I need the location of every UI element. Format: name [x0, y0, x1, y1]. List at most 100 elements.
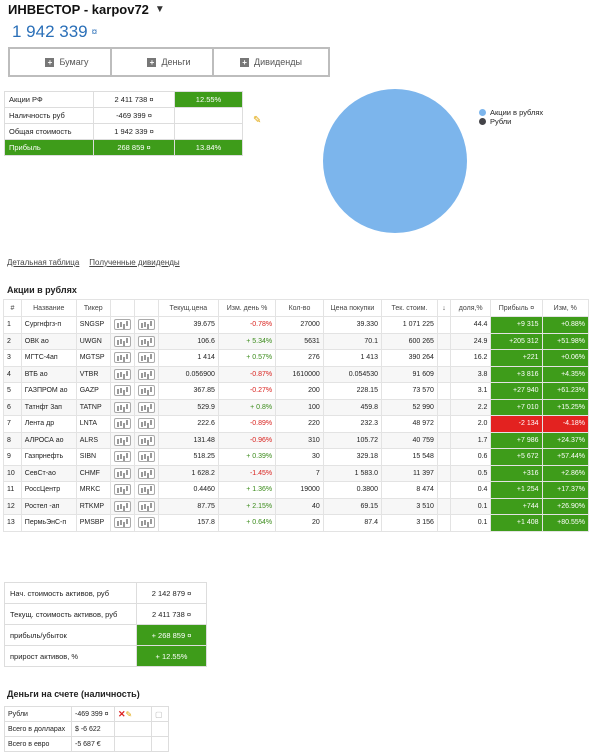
table-row[interactable]: 11 РоссЦентр MRKC 0.4460 + 1.36% 19000 0.3800 8… — [3, 481, 590, 499]
chart-cell[interactable] — [133, 382, 159, 400]
chevron-down-icon[interactable]: ▼ — [155, 4, 165, 15]
bar-chart-icon[interactable] — [137, 451, 155, 463]
stock-ticker[interactable]: PMSBP — [75, 514, 111, 532]
mini-chart-icon[interactable] — [113, 418, 131, 430]
bar-chart-icon[interactable] — [137, 500, 155, 512]
stock-name[interactable]: ПермьЭнС-п — [20, 514, 77, 532]
mini-chart-icon[interactable] — [113, 352, 131, 364]
table-row[interactable]: 13 ПермьЭнС-п PMSBP 157.8 + 0.64% 20 87.4 3 156… — [3, 514, 590, 532]
chart-cell[interactable] — [133, 481, 159, 499]
add-money-button[interactable]: + Деньги — [110, 47, 228, 77]
column-header[interactable] — [109, 299, 135, 317]
stock-name[interactable]: Ростел -ап — [20, 497, 77, 515]
chart-cell[interactable] — [109, 349, 135, 367]
chart-cell[interactable] — [109, 481, 135, 499]
stock-ticker[interactable]: VTBR — [75, 365, 111, 383]
mini-chart-icon[interactable] — [113, 517, 131, 529]
chart-cell[interactable] — [109, 332, 135, 350]
bar-chart-icon[interactable] — [137, 319, 155, 331]
pencil-icon[interactable]: ✎ — [126, 710, 133, 719]
stock-ticker[interactable]: RTKMP — [75, 497, 111, 515]
stock-name[interactable]: ГАЗПРОМ ао — [20, 382, 77, 400]
chart-cell[interactable] — [133, 415, 159, 433]
app-header[interactable]: ИНВЕСТОР - karpov72 ▼ — [8, 2, 165, 17]
stock-ticker[interactable]: LNTA — [75, 415, 111, 433]
chart-cell[interactable] — [133, 514, 159, 532]
column-header[interactable]: Текущ.цена — [157, 299, 219, 317]
bar-chart-icon[interactable] — [137, 434, 155, 446]
chart-cell[interactable] — [109, 365, 135, 383]
legend-item[interactable]: Акции в рублях — [479, 108, 543, 117]
stock-name[interactable]: ВТБ ао — [20, 365, 77, 383]
chart-cell[interactable] — [133, 464, 159, 482]
stock-ticker[interactable]: MGTSP — [75, 349, 111, 367]
legend-item[interactable]: Рубли — [479, 117, 543, 126]
chart-cell[interactable] — [133, 448, 159, 466]
table-row[interactable]: 5 ГАЗПРОМ ао GAZP 367.85 -0.27% 200 228.15 73 5… — [3, 382, 590, 400]
stock-ticker[interactable]: SIBN — [75, 448, 111, 466]
stock-ticker[interactable]: SNGSP — [75, 316, 111, 334]
column-header[interactable]: Кол-во — [275, 299, 324, 317]
chart-cell[interactable] — [133, 431, 159, 449]
column-header[interactable]: Прибыль ¤ — [490, 299, 543, 317]
stock-ticker[interactable]: UWGN — [75, 332, 111, 350]
chart-cell[interactable] — [133, 332, 159, 350]
stock-name[interactable]: Татнфт 3ап — [20, 398, 77, 416]
bar-chart-icon[interactable] — [137, 385, 155, 397]
table-row[interactable]: 9 Газпрнефть SIBN 518.25 + 0.39% 30 329.18 15 5… — [3, 448, 590, 466]
bar-chart-icon[interactable] — [137, 335, 155, 347]
stock-name[interactable]: Лента др — [20, 415, 77, 433]
column-header[interactable]: Название — [20, 299, 77, 317]
stock-ticker[interactable]: ALRS — [75, 431, 111, 449]
table-row[interactable]: 6 Татнфт 3ап TATNP 529.9 + 0.8% 100 459.8 52 99… — [3, 398, 590, 416]
stock-name[interactable]: МГТС-4ап — [20, 349, 77, 367]
chart-cell[interactable] — [109, 415, 135, 433]
pencil-icon[interactable]: ✎ — [253, 115, 261, 126]
delete-icon[interactable]: ✕ — [118, 709, 126, 719]
table-row[interactable]: 2 ОВК ао UWGN 106.6 + 5.34% 5631 70.1 600 265 24… — [3, 332, 590, 350]
stock-name[interactable]: АЛРОСА ао — [20, 431, 77, 449]
mini-chart-icon[interactable] — [113, 500, 131, 512]
column-header[interactable]: доля,% — [450, 299, 492, 317]
table-row[interactable]: 1 Сургнфгз-п SNGSP 39.675 -0.78% 27000 39.330 1… — [3, 316, 590, 334]
column-header[interactable]: # — [3, 299, 22, 317]
column-header[interactable]: Изм. день % — [217, 299, 277, 317]
bar-chart-icon[interactable] — [137, 401, 155, 413]
detailed-table-link[interactable]: Детальная таблица — [7, 258, 79, 267]
table-row[interactable]: 8 АЛРОСА ао ALRS 131.48 -0.96% 310 105.72 40 75… — [3, 431, 590, 449]
received-dividends-link[interactable]: Полученные дивиденды — [89, 258, 179, 267]
column-header[interactable]: Цена покупки — [322, 299, 382, 317]
chart-cell[interactable] — [109, 431, 135, 449]
chart-cell[interactable] — [109, 382, 135, 400]
mini-chart-icon[interactable] — [113, 335, 131, 347]
stock-ticker[interactable]: MRKC — [75, 481, 111, 499]
stock-name[interactable]: Сургнфгз-п — [20, 316, 77, 334]
table-row[interactable]: 4 ВТБ ао VTBR 0.056900 -0.87% 1610000 0.054530… — [3, 365, 590, 383]
mini-chart-icon[interactable] — [113, 385, 131, 397]
chart-cell[interactable] — [133, 349, 159, 367]
edit-icon[interactable]: ▢ — [155, 710, 163, 719]
stock-ticker[interactable]: TATNP — [75, 398, 111, 416]
add-bond-button[interactable]: + Бумагу — [8, 47, 126, 77]
mini-chart-icon[interactable] — [113, 484, 131, 496]
mini-chart-icon[interactable] — [113, 401, 131, 413]
bar-chart-icon[interactable] — [137, 352, 155, 364]
table-row[interactable]: 7 Лента др LNTA 222.6 -0.89% 220 232.3 48 972 2.… — [3, 415, 590, 433]
chart-cell[interactable] — [133, 365, 159, 383]
stock-name[interactable]: РоссЦентр — [20, 481, 77, 499]
table-row[interactable]: 3 МГТС-4ап MGTSP 1 414 + 0.57% 276 1 413 390 26… — [3, 349, 590, 367]
chart-cell[interactable] — [109, 464, 135, 482]
chart-cell[interactable] — [109, 448, 135, 466]
bar-chart-icon[interactable] — [137, 418, 155, 430]
add-dividends-button[interactable]: + Дивиденды — [212, 47, 330, 77]
stock-ticker[interactable]: CHMF — [75, 464, 111, 482]
chart-cell[interactable] — [109, 514, 135, 532]
bar-chart-icon[interactable] — [137, 368, 155, 380]
bar-chart-icon[interactable] — [137, 484, 155, 496]
mini-chart-icon[interactable] — [113, 319, 131, 331]
chart-cell[interactable] — [109, 497, 135, 515]
column-header[interactable]: ↓ — [436, 299, 452, 317]
table-row[interactable]: 12 Ростел -ап RTKMP 87.75 + 2.15% 40 69.15 3 51… — [3, 497, 590, 515]
chart-cell[interactable] — [133, 497, 159, 515]
bar-chart-icon[interactable] — [137, 517, 155, 529]
